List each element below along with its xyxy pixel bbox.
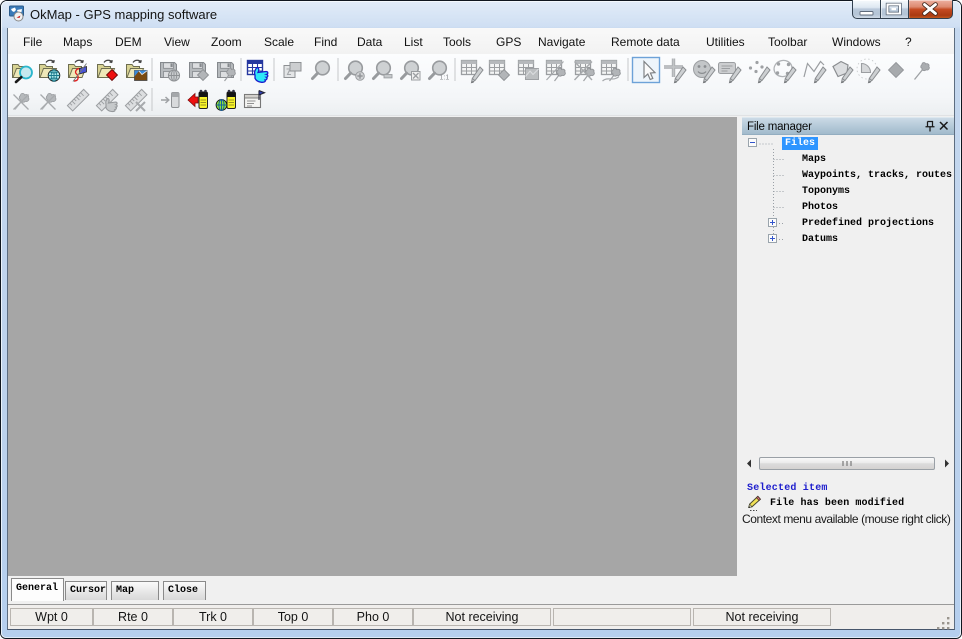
svg-text:1:1: 1:1 <box>440 75 450 82</box>
